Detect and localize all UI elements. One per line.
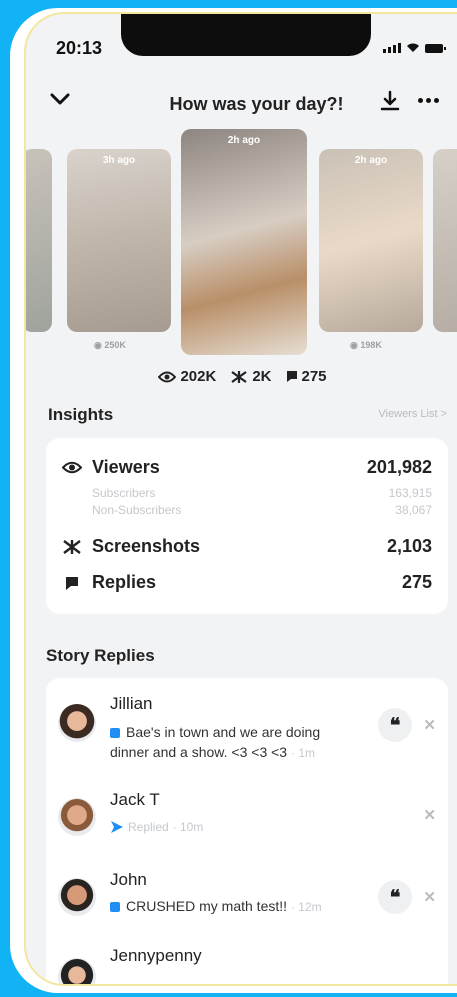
reply-item[interactable]: Jack T Replied · 10m ✕ (46, 774, 448, 854)
non-subscribers-value: 38,067 (395, 503, 432, 517)
story-thumbnail-4[interactable] (433, 149, 457, 332)
reply-name: Jennypenny (110, 946, 202, 965)
story-thumbnail-1[interactable]: 3h ago (67, 149, 171, 332)
eye-icon (62, 461, 82, 474)
story-replies-title: Story Replies (46, 646, 155, 665)
reply-message: CRUSHED my math test!! · 12m (110, 896, 322, 917)
replied-arrow-icon (111, 821, 123, 834)
avatar (58, 958, 96, 984)
thumbnail-views-3: ◉ 198K (350, 340, 382, 350)
dismiss-icon[interactable]: ✕ (423, 888, 436, 906)
screenshots-row[interactable]: Screenshots (62, 536, 200, 557)
story-stats: 202K 2K 275 (26, 368, 457, 385)
more-options-icon[interactable] (418, 98, 439, 103)
reply-message: Bae's in town and we are doing dinner an… (110, 724, 321, 760)
notch (121, 14, 371, 56)
signal-icon (383, 43, 401, 53)
chat-bubble-icon (286, 371, 297, 382)
reply-item[interactable]: Jillian Bae's in town and we are doing d… (46, 678, 448, 774)
viewers-label: Viewers (92, 457, 160, 477)
eye-icon (158, 371, 177, 382)
viewers-value: 201,982 (366, 457, 432, 477)
story-header: How was your day?! (26, 82, 457, 122)
story-replies-card: Jillian Bae's in town and we are doing d… (46, 678, 448, 984)
avatar (58, 878, 96, 916)
viewers-row[interactable]: Viewers (62, 457, 160, 478)
reply-name: Jillian (110, 694, 153, 713)
reply-name: Jack T (110, 790, 160, 809)
reply-item[interactable]: Jennypenny (46, 934, 448, 984)
chat-bubble-icon (110, 728, 120, 739)
replies-row[interactable]: Replies (62, 572, 156, 593)
reply-message: Replied · 10m (110, 816, 203, 837)
reply-item[interactable]: John CRUSHED my math test!! · 12m ❝ ✕ (46, 854, 448, 934)
chat-bubble-icon (66, 576, 78, 590)
status-icons (383, 42, 446, 53)
quote-reply-button[interactable]: ❝ (378, 708, 412, 742)
replies-label: Replies (92, 572, 157, 592)
replies-stat: 275 (286, 368, 327, 385)
screenshots-stat: 2K (230, 368, 272, 385)
wifi-icon (407, 43, 419, 52)
views-stat: 202K (158, 368, 216, 385)
screenshot-icon (231, 370, 247, 383)
avatar (58, 704, 96, 742)
phone-screen: 20:13 How was your day?! 3h ago ◉ 250K 2… (24, 12, 457, 986)
reply-name: John (110, 870, 147, 889)
screenshot-icon (63, 539, 81, 554)
chat-bubble-icon (110, 902, 120, 913)
status-time: 20:13 (56, 38, 103, 58)
avatar (58, 798, 96, 836)
story-thumbnail-0[interactable] (26, 149, 52, 332)
battery-icon (425, 44, 446, 53)
story-thumbnail-3[interactable]: 2h ago (319, 149, 423, 332)
screenshots-value: 2,103 (386, 536, 432, 556)
non-subscribers-label: Non-Subscribers (92, 503, 182, 517)
insights-title: Insights (48, 405, 114, 424)
screenshots-label: Screenshots (92, 536, 201, 556)
subscribers-label: Subscribers (92, 486, 156, 500)
thumbnail-views-1: ◉ 250K (94, 340, 126, 350)
insights-card: Viewers 201,982 Subscribers 163,915 Non-… (46, 438, 448, 614)
subscribers-value: 163,915 (388, 486, 432, 500)
download-icon[interactable] (379, 90, 401, 112)
dismiss-icon[interactable]: ✕ (423, 806, 436, 824)
dismiss-icon[interactable]: ✕ (423, 716, 436, 734)
viewers-list-link[interactable]: Viewers List > (378, 408, 447, 420)
quote-reply-button[interactable]: ❝ (378, 880, 412, 914)
replies-value: 275 (401, 572, 432, 592)
story-thumbnail-2-selected[interactable]: 2h ago (181, 129, 307, 355)
